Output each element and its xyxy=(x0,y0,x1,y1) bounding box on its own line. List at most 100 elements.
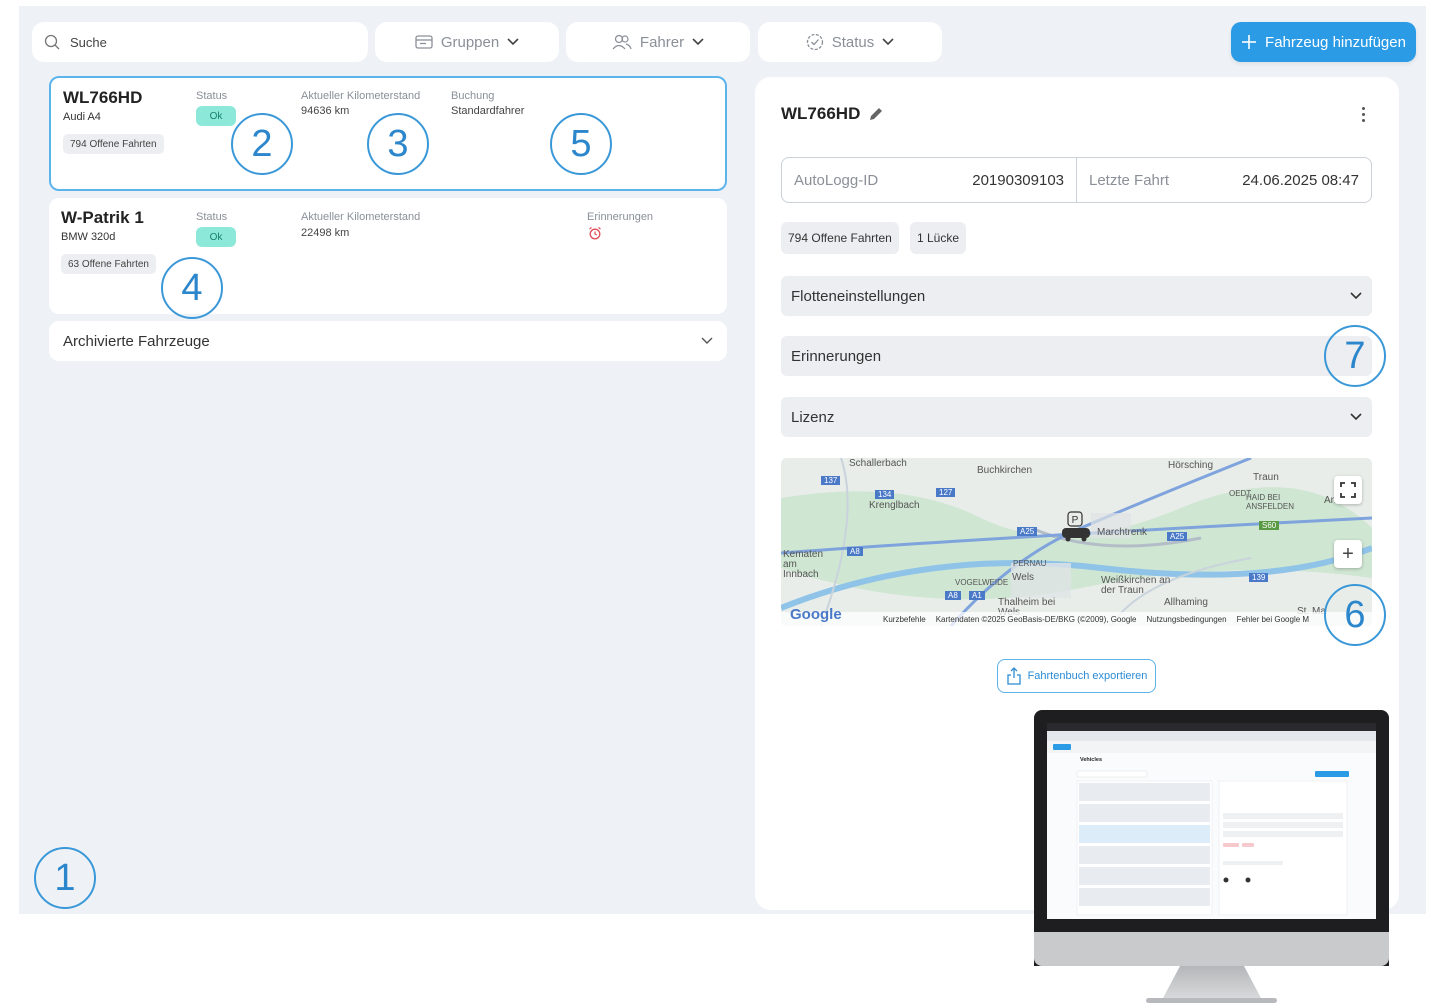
map-place: HAID BEI ANSFELDEN xyxy=(1246,493,1295,511)
groups-filter-label: Gruppen xyxy=(440,33,500,51)
more-options-icon[interactable] xyxy=(1355,104,1371,124)
fullscreen-icon[interactable] xyxy=(1334,476,1362,504)
driver-filter[interactable]: Fahrer xyxy=(566,22,750,62)
chevron-down-icon xyxy=(1350,292,1362,300)
reminders-accordion[interactable]: Erinnerungen xyxy=(781,336,1372,376)
archived-vehicles-label: Archivierte Fahrzeuge xyxy=(63,332,210,350)
search-input[interactable] xyxy=(70,34,330,50)
monitor-foot xyxy=(1146,998,1277,1003)
vehicle-model: BMW 320d xyxy=(61,231,116,243)
callout-3: 3 xyxy=(367,113,429,175)
google-logo: Google xyxy=(790,606,842,623)
license-accordion[interactable]: Lizenz xyxy=(781,397,1372,437)
km-label: Aktueller Kilometerstand xyxy=(301,90,421,102)
pencil-icon[interactable] xyxy=(868,106,884,122)
fleet-settings-accordion[interactable]: Flotteneinstellungen xyxy=(781,276,1372,316)
fleet-settings-label: Flotteneinstellungen xyxy=(791,287,926,305)
km-value: 94636 km xyxy=(301,105,350,117)
map-attrib-item: Kartendaten ©2025 GeoBasis-DE/BKG (©2009… xyxy=(935,614,1137,624)
road-sign: A8 xyxy=(945,591,961,600)
map-place: PERNAU xyxy=(1013,559,1047,568)
map-place: Allhaming xyxy=(1164,597,1208,608)
export-logbook-button[interactable]: Fahrtenbuch exportieren xyxy=(997,659,1156,693)
booking-label: Buchung xyxy=(451,90,495,102)
map-attrib-item[interactable]: Nutzungsbedingungen xyxy=(1147,615,1227,624)
map-place: Marchtrenk xyxy=(1097,527,1148,538)
vehicle-info-box: AutoLogg-ID 20190309103 Letzte Fahrt 24.… xyxy=(781,157,1372,203)
map-place: Weißkirchen an der Traun xyxy=(1101,575,1171,596)
monitor-screen-preview xyxy=(1047,723,1376,916)
vehicle-model: Audi A4 xyxy=(63,111,101,123)
folder-icon xyxy=(415,35,433,49)
autologg-id-value: 20190309103 xyxy=(972,171,1064,189)
map-attrib-item[interactable]: Kurzbefehle xyxy=(883,615,926,624)
monitor-stand xyxy=(1162,966,1262,1000)
road-sign: 134 xyxy=(875,490,895,499)
map-place: Schallerbach xyxy=(849,458,907,469)
monitor-mockup: Vehicles xyxy=(1034,710,1389,1007)
map-place: Wels xyxy=(1012,572,1035,583)
chevron-down-icon xyxy=(701,337,713,344)
last-trip-label: Letzte Fahrt xyxy=(1089,171,1170,189)
autologg-id-label: AutoLogg-ID xyxy=(794,171,879,189)
status-filter-label: Status xyxy=(831,33,875,51)
monitor-chin xyxy=(1034,932,1389,966)
driver-filter-label: Fahrer xyxy=(639,33,685,51)
alarm-clock-icon xyxy=(589,226,601,240)
road-sign: A25 xyxy=(1017,527,1038,536)
booking-value: Standardfahrer xyxy=(451,105,525,117)
road-sign: 139 xyxy=(1249,573,1269,582)
vehicle-plate: WL766HD xyxy=(63,88,143,107)
search-box[interactable] xyxy=(32,22,368,62)
callout-4: 4 xyxy=(161,257,223,319)
map-place: Krenglbach xyxy=(869,500,920,511)
status-badge: Ok xyxy=(196,106,236,126)
road-sign: 137 xyxy=(821,476,841,485)
monitor-bezel: Vehicles xyxy=(1034,710,1389,966)
callout-7: 7 xyxy=(1324,325,1386,387)
last-trip-cell: Letzte Fahrt 24.06.2025 08:47 xyxy=(1076,158,1371,202)
groups-filter[interactable]: Gruppen xyxy=(375,22,559,62)
detail-title: WL766HD xyxy=(781,104,884,124)
status-label: Status xyxy=(196,211,228,223)
status-badge: Ok xyxy=(196,227,236,247)
license-label: Lizenz xyxy=(791,408,835,426)
map-place: Hörsching xyxy=(1168,460,1214,471)
users-icon xyxy=(612,34,632,50)
open-trips-chip: 63 Offene Fahrten xyxy=(61,254,156,274)
last-trip-value: 24.06.2025 08:47 xyxy=(1242,171,1359,189)
callout-1: 1 xyxy=(34,847,96,909)
autologg-id-cell: AutoLogg-ID 20190309103 xyxy=(782,158,1076,202)
plus-icon xyxy=(1242,35,1257,49)
callout-2: 2 xyxy=(231,113,293,175)
vehicle-map[interactable]: P Schallerbach Buchkirchen Hörsching Tra… xyxy=(781,458,1372,626)
svg-text:P: P xyxy=(1072,515,1079,526)
add-vehicle-button[interactable]: Fahrzeug hinzufügen xyxy=(1231,22,1416,62)
open-trips-chip: 794 Offene Fahrten xyxy=(63,134,164,154)
map-attrib-item[interactable]: Fehler bei Google M xyxy=(1237,615,1309,624)
open-trips-chip[interactable]: 794 Offene Fahrten xyxy=(781,222,899,254)
road-sign: A8 xyxy=(847,547,863,556)
km-label: Aktueller Kilometerstand xyxy=(301,211,421,223)
vehicle-plate: W-Patrik 1 xyxy=(61,208,144,227)
map-attribution: Kurzbefehle Kartendaten ©2025 GeoBasis-D… xyxy=(781,612,1372,626)
gaps-chip[interactable]: 1 Lücke xyxy=(910,222,967,254)
road-sign: S60 xyxy=(1259,521,1280,530)
status-label: Status xyxy=(196,90,228,102)
road-sign: A25 xyxy=(1167,532,1188,541)
map-place: VOGELWEIDE xyxy=(955,578,1009,587)
vehicle-card-w-patrik-1[interactable]: W-Patrik 1 BMW 320d Status Ok Aktueller … xyxy=(49,198,727,314)
status-filter[interactable]: Status xyxy=(758,22,942,62)
zoom-in-button[interactable]: + xyxy=(1334,540,1362,568)
chevron-down-icon xyxy=(507,38,519,46)
search-icon xyxy=(44,34,60,50)
callout-5: 5 xyxy=(550,113,612,175)
map-place: Buchkirchen xyxy=(977,465,1033,476)
chevron-down-icon xyxy=(1350,413,1362,421)
monitor-screen: Vehicles xyxy=(1047,723,1376,919)
km-value: 22498 km xyxy=(301,227,350,239)
add-vehicle-label: Fahrzeug hinzufügen xyxy=(1265,33,1406,51)
archived-vehicles-toggle[interactable]: Archivierte Fahrzeuge xyxy=(49,321,727,361)
callout-6: 6 xyxy=(1324,584,1386,646)
chevron-down-icon xyxy=(882,38,894,46)
